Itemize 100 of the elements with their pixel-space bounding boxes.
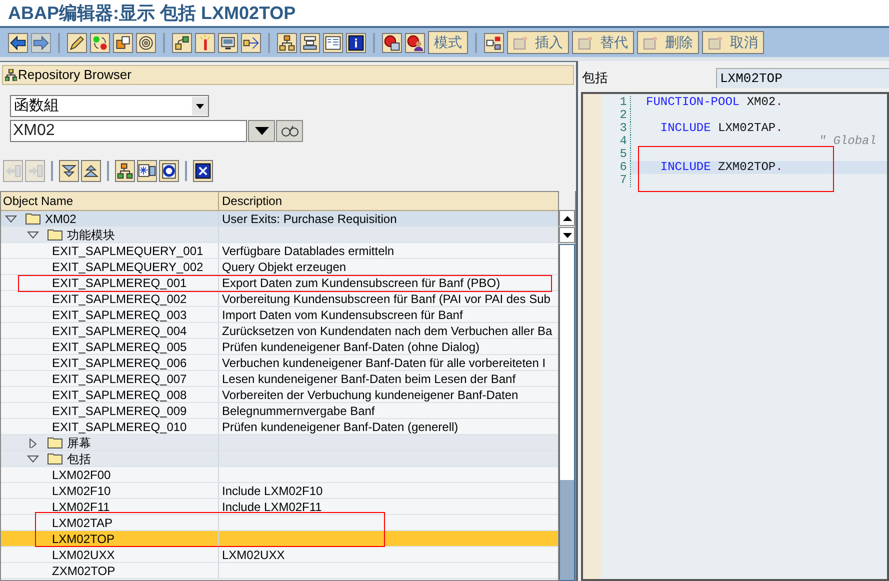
object-description: Belegnummernvergabe Banf — [222, 404, 375, 418]
tree-row[interactable]: EXIT_SAPLMEREQ_008 Vorbereiten der Verbuchung kundeneigener Banf-Daten — [1, 387, 558, 403]
tree-row[interactable]: XM02 User Exits: Purchase Requisition — [1, 211, 558, 227]
arrow-left-icon — [9, 34, 27, 52]
refresh-button[interactable] — [159, 160, 179, 182]
squares-icon — [114, 34, 132, 52]
object-name: EXIT_SAPLMEREQ_005 — [52, 338, 187, 356]
tree-row[interactable]: EXIT_SAPLMEREQ_003 Import Daten vom Kundensubscreen für Banf — [1, 307, 558, 323]
object-description: Export Daten zum Kundensubscreen für Banf (PBO) — [222, 276, 500, 290]
object-description: Import Daten vom Kundensubscreen für Banf — [222, 308, 463, 322]
collapse-icon — [82, 162, 100, 180]
object-name: EXIT_SAPLMEQUERY_002 — [52, 258, 204, 276]
squares-button[interactable] — [113, 32, 133, 52]
object-name: EXIT_SAPLMEREQ_001 — [52, 274, 187, 292]
branch-arrows-button[interactable] — [241, 32, 261, 52]
object-description: Include LXM02F10 — [222, 484, 323, 498]
object-description: Query Objekt erzeugen — [222, 260, 346, 274]
tree-row[interactable]: 包括 — [1, 451, 558, 467]
object-name: EXIT_SAPLMEREQ_008 — [52, 386, 187, 404]
tree-row[interactable]: LXM02TAP — [1, 515, 558, 531]
asterisk-document-icon — [138, 162, 156, 180]
info-icon — [347, 34, 365, 52]
hierarchy-icon — [116, 162, 134, 180]
object-name: LXM02TOP — [52, 530, 114, 548]
expanded-triangle-icon[interactable] — [5, 214, 17, 224]
dropdown-button[interactable] — [248, 120, 275, 142]
tree-row[interactable]: EXIT_SAPLMEREQ_010 Prüfen kundeneigener Banf-Daten (generell) — [1, 419, 558, 435]
expanded-triangle-icon[interactable] — [27, 230, 39, 240]
dots-icon — [91, 34, 109, 52]
object-name: LXM02F11 — [52, 498, 110, 516]
list-button[interactable] — [323, 32, 343, 52]
tree-row[interactable]: 屏幕 — [1, 435, 558, 451]
tree-row[interactable]: LXM02UXX LXM02UXX — [1, 547, 558, 563]
object-name: EXIT_SAPLMEQUERY_001 — [52, 242, 204, 260]
stack-icon — [301, 34, 319, 52]
object-description: Prüfen kundeneigener Banf-Daten (generell) — [222, 420, 458, 434]
scroll-thumb[interactable] — [560, 480, 574, 580]
stack-button[interactable] — [300, 32, 320, 52]
tree-row[interactable]: EXIT_SAPLMEREQ_009 Belegnummernvergabe Banf — [1, 403, 558, 419]
object-description: Verfügbare Datablades ermitteln — [222, 244, 394, 258]
tree-row[interactable]: LXM02F10 Include LXM02F10 — [1, 483, 558, 499]
expand-button[interactable] — [59, 160, 79, 182]
org-chart-button[interactable] — [277, 32, 297, 52]
tree-row[interactable]: EXIT_SAPLMEREQ_006 Verbuchen kundeneigener Banf-Daten für alle vorbereiteten I — [1, 355, 558, 371]
object-description: Include LXM02F11 — [222, 500, 322, 514]
object-description: Lesen kundeneigener Banf-Daten beim Lesen der Banf — [222, 372, 516, 386]
object-name: LXM02UXX — [52, 546, 115, 564]
scroll-down-icon[interactable] — [562, 232, 572, 238]
object-name-field[interactable]: XM02 — [10, 120, 247, 142]
object-description: LXM02UXX — [222, 548, 285, 562]
collapse-button[interactable] — [81, 160, 101, 182]
tree-row[interactable]: EXIT_SAPLMEQUERY_001 Verfügbare Datablades ermitteln — [1, 243, 558, 259]
toolbar-button[interactable]: 模式 — [428, 31, 468, 54]
dots-button[interactable] — [90, 32, 110, 52]
asterisk-document-button[interactable] — [137, 160, 157, 182]
nodes-button[interactable] — [172, 32, 192, 52]
arrow-left-button[interactable] — [8, 32, 28, 52]
column-header[interactable]: Description — [219, 192, 558, 210]
tree-row[interactable]: 功能模块 — [1, 227, 558, 243]
network-button[interactable] — [484, 32, 504, 52]
nodes-icon — [173, 34, 191, 52]
window-icon — [708, 36, 724, 50]
display-button[interactable] — [276, 120, 303, 142]
close-button[interactable] — [193, 160, 213, 182]
tree-row[interactable]: EXIT_SAPLMEREQ_004 Zurücksetzen von Kundendaten nach dem Verbuchen aller Ba — [1, 323, 558, 339]
scrollbar[interactable] — [559, 191, 576, 581]
window-title: ABAP编辑器:显示 包括 LXM02TOP — [8, 2, 296, 24]
field-label: 包括 — [581, 69, 609, 88]
tree-row[interactable]: EXIT_SAPLMEREQ_002 Vorbereitung Kundensubscreen für Banf (PAI vor PAI des Sub — [1, 291, 558, 307]
hierarchy-icon — [5, 69, 17, 81]
object-description: Vorbereiten der Verbuchung kundeneigener Banf-Daten — [222, 388, 518, 402]
monitor-button[interactable] — [218, 32, 238, 52]
object-name: EXIT_SAPLMEREQ_004 — [52, 322, 187, 340]
hierarchy-button[interactable] — [115, 160, 135, 182]
column-header[interactable]: Object Name — [1, 192, 219, 210]
object-description: Prüfen kundeneigener Banf-Daten (ohne Dialog) — [222, 340, 480, 354]
window-icon — [643, 36, 659, 50]
object-name: LXM02F10 — [52, 482, 111, 500]
tree-row[interactable]: EXIT_SAPLMEREQ_001 Export Daten zum Kundensubscreen für Banf (PBO) — [1, 275, 558, 291]
object-type-dropdown[interactable]: 函数組 — [10, 95, 209, 117]
scroll-up-icon[interactable] — [562, 216, 572, 220]
marker-button[interactable] — [195, 32, 215, 52]
object-name: XM02 — [45, 210, 76, 228]
object-name: LXM02TAP — [52, 514, 112, 532]
info-button[interactable] — [346, 32, 366, 52]
program-field: LXM02TOP — [716, 68, 889, 88]
tree-row[interactable]: LXM02F00 — [1, 467, 558, 483]
tree-row[interactable]: LXM02TOP — [1, 531, 558, 547]
expanded-triangle-icon[interactable] — [27, 454, 39, 464]
pencil-button[interactable] — [67, 32, 87, 52]
object-name: EXIT_SAPLMEREQ_007 — [52, 370, 187, 388]
tree-row[interactable]: LXM02F11 Include LXM02F11 — [1, 499, 558, 515]
tree-row[interactable]: EXIT_SAPLMEREQ_007 Lesen kundeneigener Banf-Daten beim Lesen der Banf — [1, 371, 558, 387]
glasses-icon — [280, 125, 298, 137]
tree-row[interactable]: EXIT_SAPLMEREQ_005 Prüfen kundeneigener Banf-Daten (ohne Dialog) — [1, 339, 558, 355]
tree-row[interactable]: EXIT_SAPLMEQUERY_002 Query Objekt erzeugen — [1, 259, 558, 275]
org-chart-icon — [278, 34, 296, 52]
tree-row[interactable]: ZXM02TOP — [1, 563, 558, 579]
collapsed-triangle-icon[interactable] — [27, 438, 39, 448]
object-name: EXIT_SAPLMEREQ_003 — [52, 306, 187, 324]
